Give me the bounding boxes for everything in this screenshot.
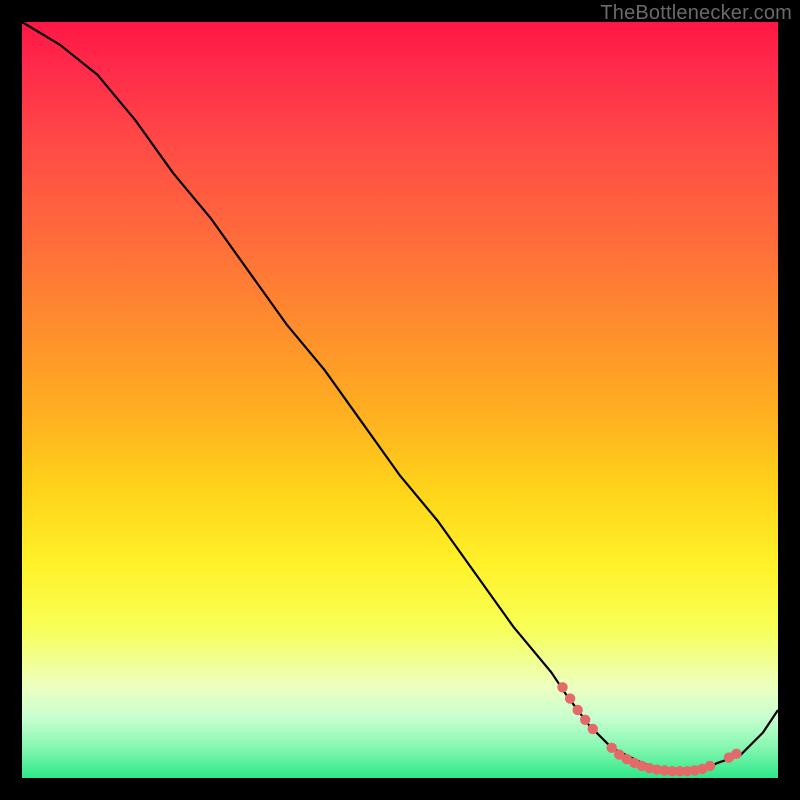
- chart-container: TheBottlenecker.com: [0, 0, 800, 800]
- data-dot: [731, 749, 741, 759]
- data-dot: [580, 715, 590, 725]
- bottleneck-curve: [22, 22, 778, 770]
- attribution-text: TheBottlenecker.com: [600, 2, 792, 25]
- plot-area: [22, 22, 778, 778]
- data-dot: [588, 724, 598, 734]
- data-dot: [557, 682, 567, 692]
- curve-overlay: [22, 22, 778, 778]
- data-dot: [705, 761, 715, 771]
- data-dot: [565, 693, 575, 703]
- data-dots: [557, 682, 741, 776]
- data-dot: [573, 705, 583, 715]
